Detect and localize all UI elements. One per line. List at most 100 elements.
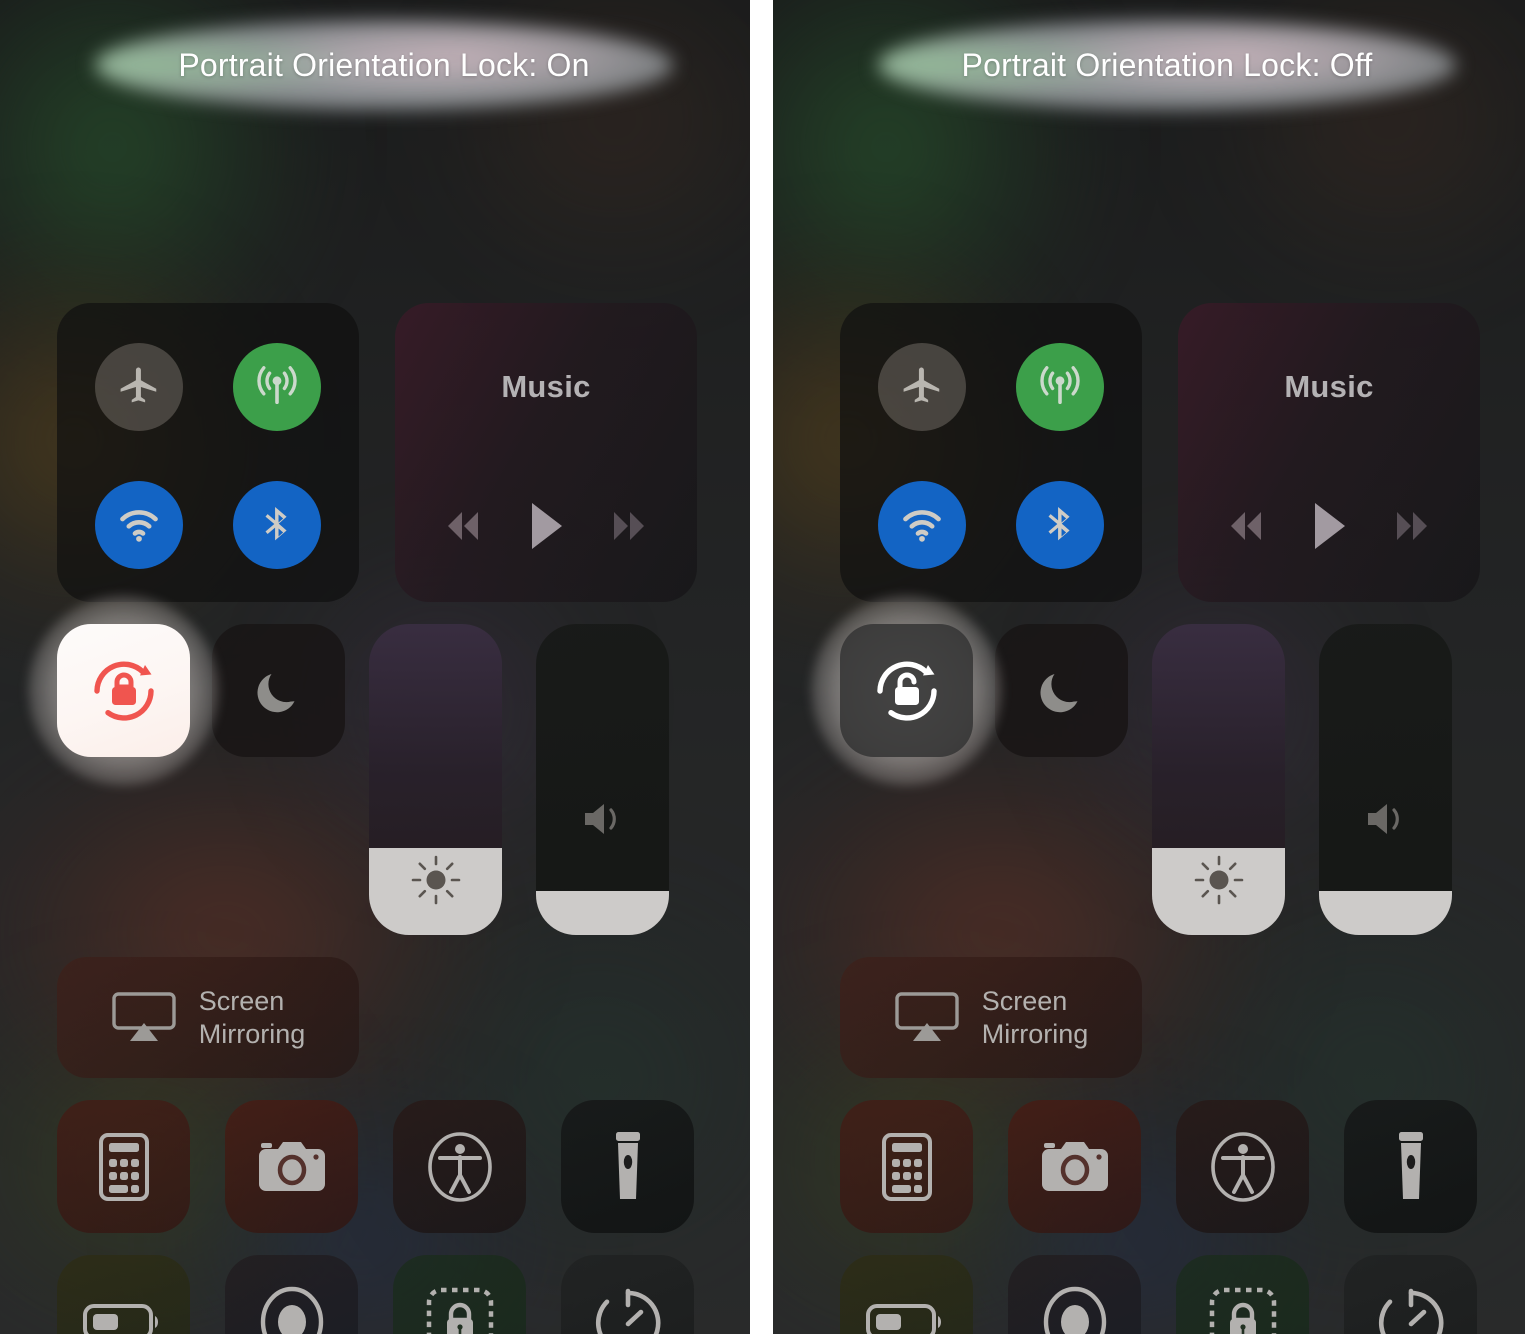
bluetooth-button[interactable] <box>233 481 321 569</box>
guided-access-button[interactable] <box>1176 1255 1309 1334</box>
row-toggles-sliders <box>811 595 1480 935</box>
row-toggles-sliders <box>28 595 697 935</box>
sliders-group <box>369 624 669 935</box>
screen-mirroring-label: Screen Mirroring <box>982 985 1089 1051</box>
row-shortcuts-1 <box>57 1100 697 1233</box>
rotation-lock-button[interactable] <box>28 595 219 786</box>
screen-mirroring-line2: Mirroring <box>981 1018 1089 1049</box>
play-icon[interactable] <box>523 498 569 554</box>
row-shortcuts-1 <box>840 1100 1480 1233</box>
volume-slider-fill <box>536 891 669 935</box>
volume-icon <box>584 804 616 834</box>
guided-access-lock-icon <box>426 1287 493 1334</box>
flashlight-button[interactable] <box>1344 1100 1477 1233</box>
volume-slider-fill <box>1319 891 1452 935</box>
accessibility-icon <box>427 1131 492 1202</box>
cellular-data-button[interactable] <box>233 343 321 431</box>
brightness-icon-holder <box>369 849 502 911</box>
sliders-group <box>1152 624 1452 935</box>
camera-button[interactable] <box>1008 1100 1141 1233</box>
music-transport-controls <box>395 494 697 558</box>
flashlight-button[interactable] <box>561 1100 694 1233</box>
accessibility-button[interactable] <box>1176 1100 1309 1233</box>
row-shortcuts-2 <box>57 1255 697 1334</box>
do-not-disturb-button[interactable] <box>212 624 345 757</box>
rotation-lock-tile[interactable] <box>57 624 190 757</box>
fast-forward-icon[interactable] <box>600 508 656 544</box>
do-not-disturb-button[interactable] <box>995 624 1128 757</box>
row-connectivity-music: Music <box>57 303 697 602</box>
fast-forward-icon[interactable] <box>1383 508 1439 544</box>
volume-slider[interactable] <box>1319 624 1452 935</box>
rewind-icon[interactable] <box>436 508 492 544</box>
volume-slider[interactable] <box>536 624 669 935</box>
low-power-mode-button[interactable] <box>840 1255 973 1334</box>
calculator-button[interactable] <box>57 1100 190 1233</box>
timer-button[interactable] <box>1344 1255 1477 1334</box>
moon-icon <box>1039 673 1077 712</box>
rotation-lock-button[interactable] <box>811 595 1002 786</box>
screen-recording-button[interactable] <box>225 1255 358 1334</box>
volume-icon-holder <box>1319 791 1452 847</box>
screen-record-icon <box>260 1286 323 1334</box>
music-widget[interactable]: Music <box>1178 303 1480 602</box>
connectivity-module <box>57 303 359 602</box>
screen-mirroring-line1: Screen <box>198 985 285 1016</box>
screen-mirroring-line1: Screen <box>981 985 1068 1016</box>
screen-mirroring-line2: Mirroring <box>198 1018 306 1049</box>
flashlight-icon <box>615 1131 640 1199</box>
control-center-panel-lock-on: Portrait Orientation Lock: On Music Scre… <box>0 0 750 1334</box>
brightness-icon <box>1194 855 1243 905</box>
screen-mirroring-button[interactable]: Screen Mirroring <box>57 957 359 1078</box>
accessibility-icon <box>1210 1131 1275 1202</box>
music-widget-title: Music <box>1284 369 1374 404</box>
rotation-lock-icon <box>93 660 154 721</box>
brightness-slider[interactable] <box>1152 624 1285 935</box>
rewind-icon[interactable] <box>1219 508 1275 544</box>
control-center-panel-lock-off: Portrait Orientation Lock: Off Music Scr… <box>773 0 1525 1334</box>
cellular-data-icon <box>257 366 297 404</box>
guided-access-button[interactable] <box>393 1255 526 1334</box>
row-shortcuts-2 <box>840 1255 1480 1334</box>
airplane-mode-icon <box>120 367 157 403</box>
brightness-slider[interactable] <box>369 624 502 935</box>
bluetooth-button[interactable] <box>1016 481 1104 569</box>
play-icon[interactable] <box>1306 498 1352 554</box>
calculator-icon <box>881 1132 932 1201</box>
battery-low-power-icon <box>865 1303 941 1334</box>
music-widget-title: Music <box>501 369 591 404</box>
screen-recording-button[interactable] <box>1008 1255 1141 1334</box>
hud-status-text: Portrait Orientation Lock: On <box>178 46 590 83</box>
music-widget[interactable]: Music <box>395 303 697 602</box>
timer-button[interactable] <box>561 1255 694 1334</box>
screen-mirroring-button[interactable]: Screen Mirroring <box>840 957 1142 1078</box>
brightness-icon <box>411 855 460 905</box>
cellular-data-button[interactable] <box>1016 343 1104 431</box>
accessibility-button[interactable] <box>393 1100 526 1233</box>
calculator-icon <box>98 1132 149 1201</box>
airplane-mode-button[interactable] <box>95 343 183 431</box>
comparison-screenshot: Portrait Orientation Lock: On Music Scre… <box>0 0 1525 1334</box>
airplay-icon <box>895 991 959 1041</box>
panel-divider <box>750 0 773 1334</box>
wifi-button[interactable] <box>95 481 183 569</box>
airplay-icon <box>112 991 176 1041</box>
flashlight-icon <box>1398 1131 1423 1199</box>
music-transport-controls <box>1178 494 1480 558</box>
cellular-data-icon <box>1040 366 1080 404</box>
timer-icon <box>595 1288 660 1334</box>
rotation-lock-tile[interactable] <box>840 624 973 757</box>
wifi-button[interactable] <box>878 481 966 569</box>
moon-icon <box>256 673 294 712</box>
rotation-lock-icon <box>876 660 937 721</box>
airplane-mode-button[interactable] <box>878 343 966 431</box>
calculator-button[interactable] <box>840 1100 973 1233</box>
hud-status-text: Portrait Orientation Lock: Off <box>961 46 1373 83</box>
low-power-mode-button[interactable] <box>57 1255 190 1334</box>
camera-button[interactable] <box>225 1100 358 1233</box>
wifi-icon <box>903 510 941 542</box>
volume-slider-track <box>536 624 669 935</box>
brightness-icon-holder <box>1152 849 1285 911</box>
bluetooth-icon <box>265 506 287 541</box>
bluetooth-icon <box>1048 506 1070 541</box>
